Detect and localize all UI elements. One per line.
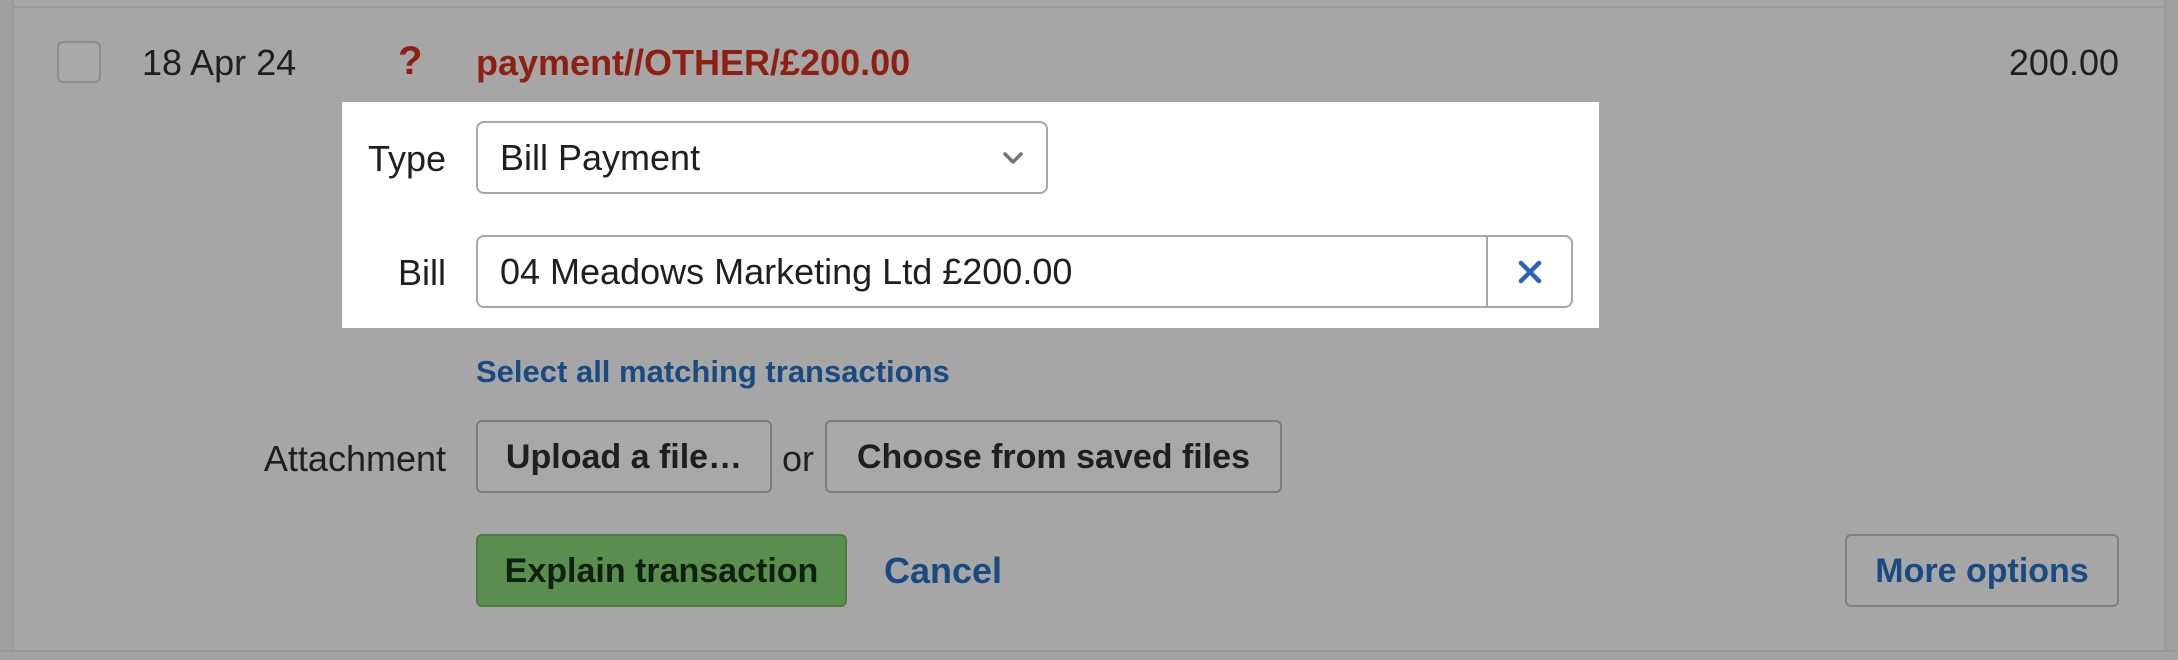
attachment-label: Attachment: [263, 438, 446, 479]
transaction-description: payment//OTHER/£200.00: [476, 42, 911, 83]
transaction-date: 18 Apr 24: [142, 42, 297, 83]
close-icon: [1518, 260, 1541, 283]
bottom-divider: [0, 650, 2178, 660]
bill-label: Bill: [397, 252, 446, 293]
cancel-link[interactable]: Cancel: [884, 548, 1002, 594]
transaction-checkbox[interactable]: [57, 41, 101, 83]
chevron-down-icon: [1003, 152, 1023, 164]
explain-transaction-button[interactable]: Explain transaction: [476, 534, 847, 607]
right-frame: [2164, 0, 2178, 660]
type-label: Type: [367, 138, 446, 179]
more-options-button[interactable]: More options: [1845, 534, 2119, 607]
choose-saved-files-button[interactable]: Choose from saved files: [825, 420, 1282, 493]
bill-field[interactable]: 04 Meadows Marketing Ltd £200.00: [476, 235, 1486, 308]
left-frame: [0, 0, 14, 660]
select-all-matching-link[interactable]: Select all matching transactions: [476, 351, 950, 393]
type-select-value: Bill Payment: [500, 137, 701, 178]
type-select[interactable]: Bill Payment: [476, 121, 1048, 194]
transaction-amount: 200.00: [2008, 42, 2119, 83]
unexplained-status-icon: ?: [398, 39, 423, 83]
top-divider: [14, 0, 2164, 8]
bill-clear-button[interactable]: [1486, 235, 1573, 308]
upload-file-button[interactable]: Upload a file…: [476, 420, 772, 493]
or-text: or: [782, 438, 815, 479]
bill-field-value: 04 Meadows Marketing Ltd £200.00: [500, 251, 1073, 292]
